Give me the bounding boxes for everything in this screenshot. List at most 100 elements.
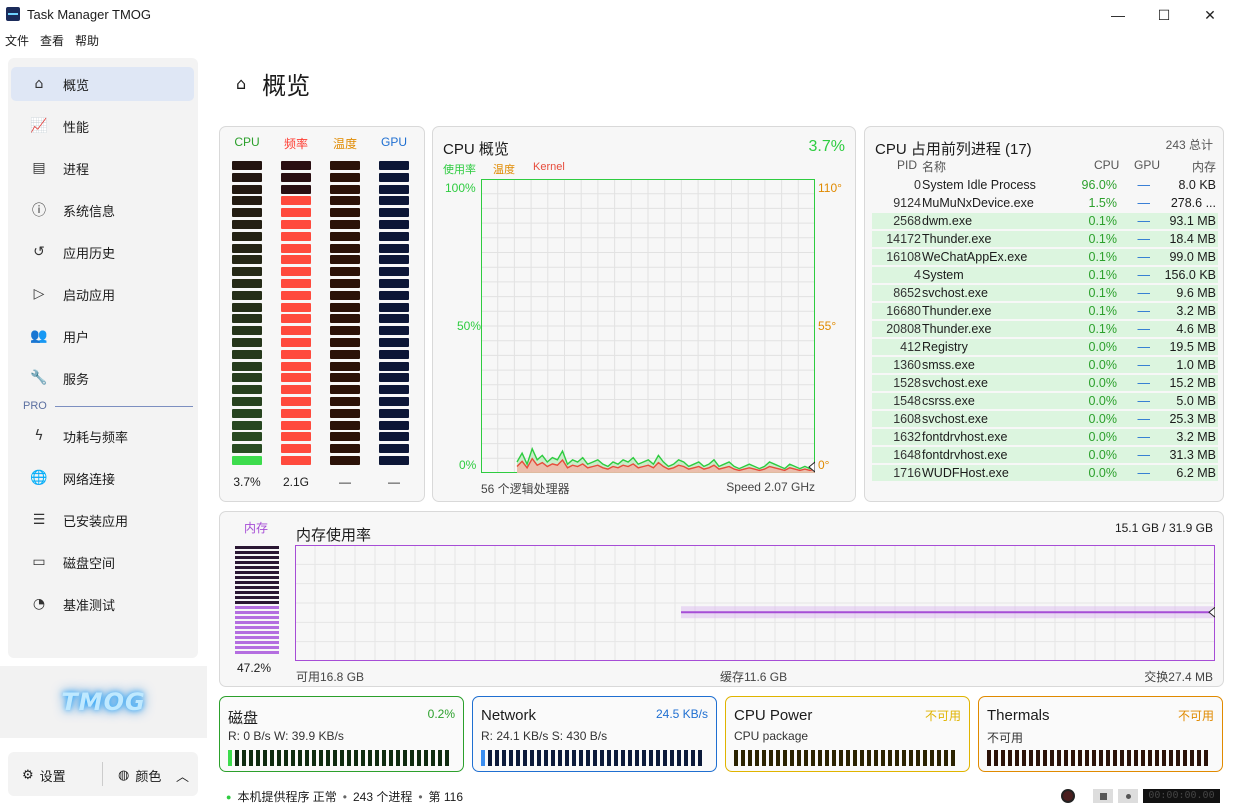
sidebar-item-3[interactable]: ⓘ 系统信息 — [11, 193, 194, 227]
process-cpu: 0.1% — [1088, 214, 1118, 228]
col-pid[interactable]: PID — [897, 158, 917, 172]
sidebar-item-label: 服务 — [63, 371, 90, 387]
process-row[interactable]: 1608 svchost.exe 0.0% — 25.3 MB — [872, 411, 1218, 427]
maximize-button[interactable]: ☐ — [1141, 0, 1187, 30]
process-pid: 2568 — [893, 214, 921, 228]
sidebar-item-label: 启动应用 — [63, 287, 116, 303]
timer-display: 00:00:00.00 — [1143, 789, 1220, 803]
process-name: System Idle Process — [922, 178, 1036, 192]
metric-card-subtitle: R: 24.1 KB/s S: 430 B/s — [481, 729, 608, 743]
memory-bar-segment — [235, 636, 279, 639]
process-pid: 1528 — [893, 376, 921, 390]
process-row[interactable]: 4 System 0.1% — 156.0 KB — [872, 267, 1218, 283]
sidebar-item-0[interactable]: ϟ 功耗与频率 — [11, 419, 194, 453]
process-row[interactable]: 412 Registry 0.0% — 19.5 MB — [872, 339, 1218, 355]
memory-bar-segment — [235, 546, 279, 549]
menu-view[interactable]: 查看 — [35, 30, 70, 50]
performance-chart-icon: 📈 — [30, 118, 48, 134]
sidebar-item-2[interactable]: ☰ 已安装应用 — [11, 503, 194, 537]
logo-text: TMOG — [61, 688, 146, 716]
sidebar-item-4[interactable]: ↺ 应用历史 — [11, 235, 194, 269]
process-pid: 16680 — [886, 304, 921, 318]
sidebar: PRO ⌂ 概览 📈 性能 ▤ 进程 ⓘ 系统信息 ↺ 应用历史 ▷ 启动应用 👥 用户 🔧 服务 ϟ 功耗与频率… — [8, 58, 198, 658]
sidebar-item-label: 进程 — [63, 161, 90, 177]
stop-button[interactable] — [1093, 789, 1113, 803]
bar-value-1: 2.1G — [282, 475, 309, 489]
right-tick-0: 0° — [818, 458, 830, 472]
menu-file[interactable]: 文件 — [0, 30, 35, 50]
sidebar-item-2[interactable]: ▤ 进程 — [11, 151, 194, 185]
sidebar-bottom-bar: ⚙ 设置 ◍ 颜色 ︿ — [8, 752, 198, 796]
metric-card-1[interactable]: Network 24.5 KB/s R: 24.1 KB/s S: 430 B/s — [472, 696, 717, 772]
process-pid: 20808 — [886, 322, 921, 336]
process-name: WUDFHost.exe — [922, 466, 1009, 480]
top-processes-card: CPU 占用前列进程 (17) 243 总计 PID 名称 CPU GPU 内存… — [864, 126, 1224, 502]
process-row[interactable]: 20808 Thunder.exe 0.1% — 4.6 MB — [872, 321, 1218, 337]
process-pid: 4 — [914, 268, 921, 282]
process-row[interactable]: 0 System Idle Process 96.0% — 8.0 KB — [872, 177, 1218, 193]
process-row[interactable]: 16108 WeChatAppEx.exe 0.1% — 99.0 MB — [872, 249, 1218, 265]
process-pid: 1648 — [893, 448, 921, 462]
process-pid: 9124 — [893, 196, 921, 210]
sidebar-item-3[interactable]: ▭ 磁盘空间 — [11, 545, 194, 579]
process-pid: 1548 — [893, 394, 921, 408]
col-gpu[interactable]: GPU — [1134, 158, 1160, 172]
process-row[interactable]: 1528 svchost.exe 0.0% — 15.2 MB — [872, 375, 1218, 391]
minimize-button[interactable]: — — [1095, 0, 1141, 30]
process-row[interactable]: 16680 Thunder.exe 0.1% — 3.2 MB — [872, 303, 1218, 319]
settings-button[interactable]: ⚙ 设置 — [22, 766, 66, 785]
process-row[interactable]: 14172 Thunder.exe 0.1% — 18.4 MB — [872, 231, 1218, 247]
col-memory[interactable]: 内存 — [1192, 158, 1216, 175]
process-row[interactable]: 9124 MuMuNxDevice.exe 1.5% — 278.6 ... — [872, 195, 1218, 211]
sidebar-item-7[interactable]: 🔧 服务 — [11, 361, 194, 395]
memory-available: 可用16.8 GB — [296, 670, 365, 684]
legend-temperature: 温度 — [493, 164, 515, 176]
menu-help[interactable]: 帮助 — [70, 30, 105, 50]
memory-bar-segment — [235, 626, 279, 629]
process-pid: 1632 — [893, 430, 921, 444]
memory-bar-segment — [235, 581, 279, 584]
sidebar-item-4[interactable]: ◔ 基准测试 — [11, 587, 194, 621]
users-icon: 👥 — [30, 328, 48, 344]
color-label: 颜色 — [135, 769, 162, 784]
memory-bar-segment — [235, 586, 279, 589]
process-name: svchost.exe — [922, 286, 989, 300]
right-tick-55: 55° — [818, 319, 837, 333]
col-name[interactable]: 名称 — [922, 158, 946, 175]
palette-icon: ◍ — [118, 768, 130, 783]
process-row[interactable]: 1548 csrss.exe 0.0% — 5.0 MB — [872, 393, 1218, 409]
sidebar-item-1[interactable]: 📈 性能 — [11, 109, 194, 143]
record-button[interactable] — [1061, 789, 1075, 803]
tmog-logo: TMOG — [0, 666, 207, 738]
metric-card-3[interactable]: Thermals 不可用 不可用 — [978, 696, 1223, 772]
globe-icon: 🌐 — [30, 470, 48, 486]
pause-button[interactable] — [1118, 789, 1138, 803]
sidebar-item-label: 应用历史 — [63, 245, 116, 261]
sidebar-item-1[interactable]: 🌐 网络连接 — [11, 461, 194, 495]
process-row[interactable]: 8652 svchost.exe 0.1% — 9.6 MB — [872, 285, 1218, 301]
process-row[interactable]: 1360 smss.exe 0.0% — 1.0 MB — [872, 357, 1218, 373]
process-gpu: — — [1137, 340, 1151, 354]
collapse-chevron-up-icon[interactable]: ︿ — [176, 766, 189, 785]
metric-card-0[interactable]: 磁盘 0.2% R: 0 B/s W: 39.9 KB/s — [219, 696, 464, 772]
sidebar-item-0[interactable]: ⌂ 概览 — [11, 67, 194, 101]
left-tick-50: 50% — [457, 319, 482, 333]
process-row[interactable]: 1632 fontdrvhost.exe 0.0% — 3.2 MB — [872, 429, 1218, 445]
process-name: WeChatAppEx.exe — [922, 250, 1028, 264]
sidebar-item-5[interactable]: ▷ 启动应用 — [11, 277, 194, 311]
process-row[interactable]: 2568 dwm.exe 0.1% — 93.1 MB — [872, 213, 1218, 229]
process-name: Registry — [922, 340, 968, 354]
process-name: dwm.exe — [922, 214, 973, 228]
color-button[interactable]: ◍ 颜色 — [118, 766, 161, 785]
sidebar-item-label: 已安装应用 — [63, 513, 129, 529]
process-gpu: — — [1137, 448, 1151, 462]
col-cpu[interactable]: CPU — [1094, 158, 1119, 172]
left-tick-0: 0% — [459, 458, 477, 472]
process-row[interactable]: 1648 fontdrvhost.exe 0.0% — 31.3 MB — [872, 447, 1218, 463]
process-row[interactable]: 1716 WUDFHost.exe 0.0% — 6.2 MB — [872, 465, 1218, 481]
process-mem: 3.2 MB — [1176, 304, 1216, 318]
close-button[interactable]: ✕ — [1187, 0, 1233, 30]
metric-card-2[interactable]: CPU Power 不可用 CPU package — [725, 696, 970, 772]
metric-card-meter — [481, 750, 702, 766]
sidebar-item-6[interactable]: 👥 用户 — [11, 319, 194, 353]
